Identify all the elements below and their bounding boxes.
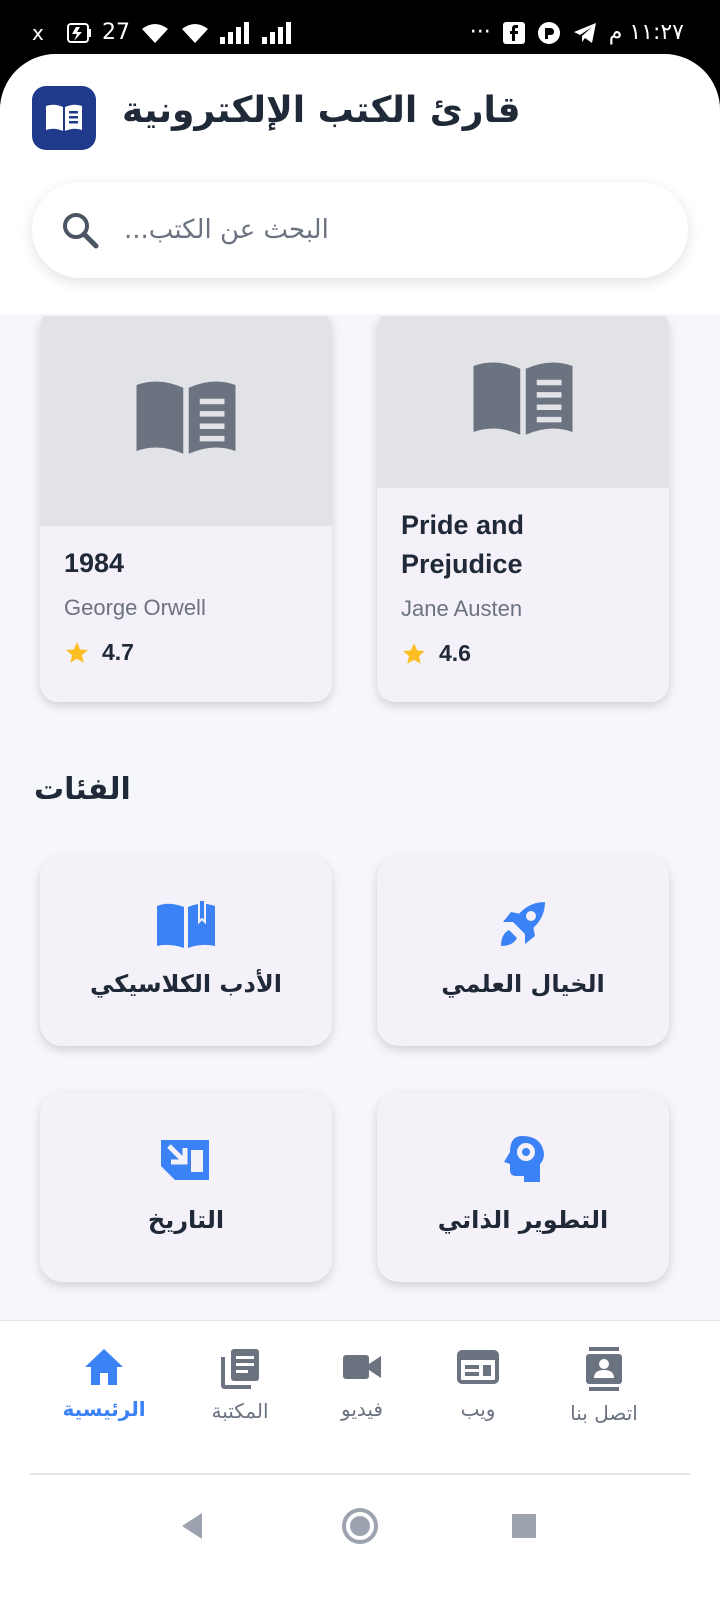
- book-rating: 4.7: [64, 639, 308, 666]
- nav-label: اتصل بنا: [570, 1401, 638, 1425]
- facebook-icon: [502, 21, 525, 44]
- more-dots-icon: ···: [469, 20, 491, 45]
- nav-item-library[interactable]: المكتبة: [180, 1347, 300, 1423]
- category-label: التاريخ: [147, 1206, 225, 1234]
- book-info: 1984 George Orwell 4.7: [40, 526, 332, 666]
- battery-icon: x: [32, 21, 92, 45]
- book-info: Pride and Prejudice Jane Austen 4.6: [377, 488, 669, 667]
- battery-level: 27: [102, 20, 130, 45]
- status-right: ··· ١١:٢٧ م: [470, 20, 684, 45]
- book-icon: [155, 894, 217, 954]
- book-open-icon: [473, 362, 573, 435]
- categories-title: الفئات: [34, 772, 131, 807]
- rocket-icon: [495, 894, 551, 954]
- svg-text:x: x: [32, 21, 44, 45]
- book-title: Pride and Prejudice: [401, 510, 525, 579]
- nav-label: الرئيسية: [62, 1397, 146, 1421]
- category-label: التطوير الذاتي: [437, 1206, 609, 1234]
- book-author: George Orwell: [64, 595, 206, 620]
- nav-label: فيديو: [341, 1397, 383, 1421]
- status-left: x 27: [32, 20, 294, 45]
- star-icon: [403, 642, 425, 664]
- book-cover: [40, 316, 332, 526]
- nav-item-video[interactable]: فيديو: [302, 1347, 422, 1421]
- clock: ١١:٢٧ م: [608, 20, 684, 45]
- app-title: قارئ الكتب الإلكترونية: [122, 90, 521, 131]
- back-icon[interactable]: [168, 1502, 216, 1550]
- category-card-history[interactable]: التاريخ: [40, 1092, 332, 1282]
- telegram-icon: [573, 22, 597, 44]
- book-author: Jane Austen: [401, 596, 523, 621]
- book-card[interactable]: Pride and Prejudice Jane Austen 4.6: [377, 316, 669, 702]
- recents-icon[interactable]: [500, 1502, 548, 1550]
- head-gear-icon: [500, 1130, 546, 1190]
- app-logo: [32, 86, 96, 150]
- bottom-nav: الرئيسية المكتبة فيديو ويب اتصل بنا: [0, 1320, 720, 1476]
- nav-item-web[interactable]: ويب: [418, 1347, 538, 1421]
- home-circle-icon[interactable]: [336, 1502, 384, 1550]
- contact-icon: [586, 1347, 622, 1391]
- star-icon: [66, 641, 88, 663]
- nav-label: المكتبة: [211, 1399, 269, 1423]
- main-content[interactable]: 1984 George Orwell 4.7 Pride and Prejudi…: [0, 316, 720, 1322]
- category-card-classic-literature[interactable]: الأدب الكلاسيكي: [40, 856, 332, 1046]
- book-open-icon: [46, 104, 82, 131]
- nav-label: ويب: [460, 1397, 496, 1421]
- book-cover: [377, 316, 669, 488]
- app-header: قارئ الكتب الإلكترونية: [0, 54, 720, 314]
- video-icon: [343, 1355, 381, 1379]
- history-icon: [159, 1130, 213, 1190]
- book-open-icon: [136, 381, 236, 454]
- search-input[interactable]: [124, 206, 644, 254]
- signal-icon-2: [262, 21, 294, 44]
- nav-item-contact[interactable]: اتصل بنا: [544, 1347, 664, 1425]
- library-icon: [221, 1349, 259, 1389]
- rating-value: 4.6: [439, 640, 471, 666]
- book-card[interactable]: 1984 George Orwell 4.7: [40, 316, 332, 702]
- search-icon: [60, 210, 100, 254]
- wifi-icon-2: [180, 21, 210, 45]
- category-card-self-development[interactable]: التطوير الذاتي: [377, 1092, 669, 1282]
- wifi-icon: [140, 21, 170, 45]
- search-bar[interactable]: [32, 182, 688, 278]
- app-screen: قارئ الكتب الإلكترونية 198: [0, 54, 720, 1600]
- book-rating: 4.6: [401, 640, 645, 667]
- category-card-science-fiction[interactable]: الخيال العلمي: [377, 856, 669, 1046]
- category-label: الأدب الكلاسيكي: [90, 970, 282, 998]
- nav-divider: [30, 1473, 690, 1475]
- rating-value: 4.7: [102, 639, 134, 665]
- system-nav-bar: [0, 1476, 720, 1600]
- web-icon: [457, 1350, 499, 1384]
- nav-item-home[interactable]: الرئيسية: [44, 1347, 164, 1421]
- signal-icon: [220, 21, 252, 44]
- home-icon: [85, 1349, 123, 1385]
- book-title: 1984: [64, 548, 125, 578]
- category-label: الخيال العلمي: [441, 970, 605, 998]
- messenger-icon: [537, 21, 561, 45]
